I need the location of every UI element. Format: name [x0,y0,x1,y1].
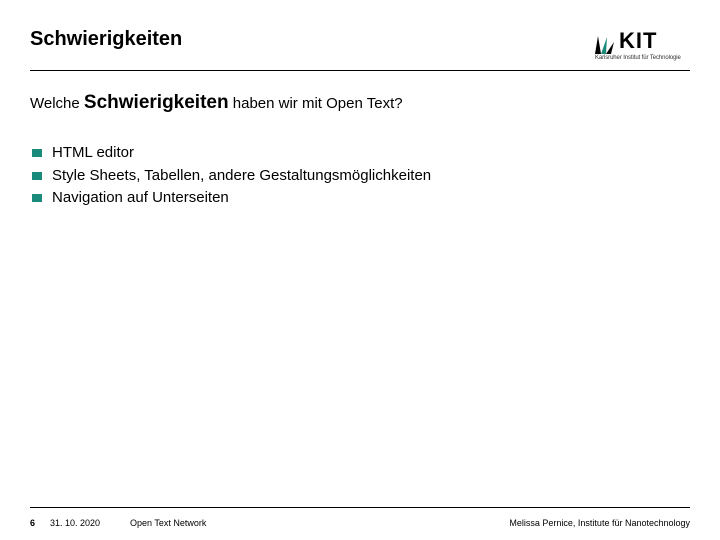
kit-logo-text: KIT [619,28,657,54]
slide: Schwierigkeiten KIT Karlsruher Institut … [0,0,720,540]
list-item: HTML editor [30,142,690,165]
kit-logo: KIT Karlsruher Institut für Technologie [595,28,690,61]
header: Schwierigkeiten KIT Karlsruher Institut … [30,28,690,71]
header-divider [30,70,690,71]
subtitle-prefix: Welche [30,95,84,112]
footer-divider [30,507,690,508]
footer-source: Open Text Network [130,518,206,528]
list-item: Style Sheets, Tabellen, andere Gestaltun… [30,165,690,188]
subtitle-emphasis: Schwierigkeiten [84,92,229,113]
slide-body: Welche Schwierigkeiten haben wir mit Ope… [30,92,690,210]
list-item: Navigation auf Unterseiten [30,187,690,210]
page-number: 6 [30,518,50,528]
footer-date: 31. 10. 2020 [50,518,130,528]
slide-title: Schwierigkeiten [30,28,182,51]
footer: 6 31. 10. 2020 Open Text Network Melissa… [30,518,690,528]
kit-fan-icon [595,34,615,54]
subtitle-suffix: haben wir mit Open Text? [229,95,403,112]
kit-logo-subtitle: Karlsruher Institut für Technologie [595,55,690,61]
subtitle: Welche Schwierigkeiten haben wir mit Ope… [30,92,690,114]
footer-author: Melissa Pernice, Institute für Nanotechn… [509,518,690,528]
bullet-list: HTML editor Style Sheets, Tabellen, ande… [30,142,690,210]
